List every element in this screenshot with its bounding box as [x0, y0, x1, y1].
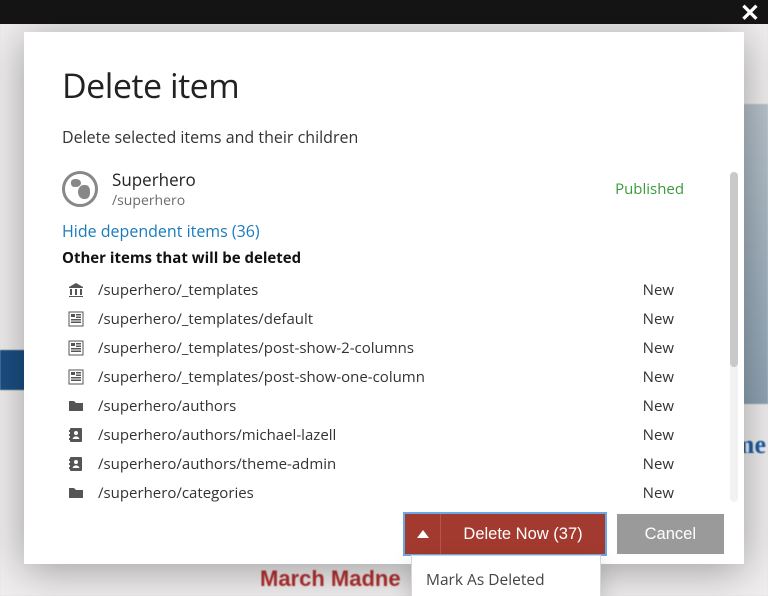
template-icon: [64, 369, 88, 385]
toggle-dependent-items[interactable]: Hide dependent items (36): [62, 220, 714, 242]
globe-icon: [62, 171, 98, 207]
primary-item-path: /superhero: [112, 191, 196, 210]
list-item: /superhero/authors/theme-adminNew: [62, 450, 674, 479]
cancel-button[interactable]: Cancel: [617, 514, 724, 554]
delete-split-button: Delete Now (37): [405, 514, 604, 554]
status-badge: Published: [615, 179, 684, 199]
primary-item-name: Superhero: [112, 168, 196, 191]
list-item: /superhero/_templates/post-show-2-column…: [62, 334, 674, 363]
list-item-path: /superhero/categories: [98, 483, 643, 503]
list-item-state: New: [643, 338, 674, 358]
section-label: Other items that will be deleted: [62, 248, 714, 268]
list-item-path: /superhero/_templates/post-show-2-column…: [98, 338, 643, 358]
list-item: /superhero/_templates/defaultNew: [62, 305, 674, 334]
mark-as-deleted-option[interactable]: Mark As Deleted: [412, 556, 600, 596]
bank-icon: [64, 282, 88, 298]
list-item: /superhero/categoriesNew: [62, 479, 674, 508]
list-item-path: /superhero/authors: [98, 396, 643, 416]
contact-icon: [64, 456, 88, 472]
list-item-path: /superhero/_templates: [98, 280, 643, 300]
list-item-state: New: [643, 280, 674, 300]
dependent-list: /superhero/_templatesNew/superhero/_temp…: [62, 276, 674, 508]
scrollbar-thumb[interactable]: [730, 172, 738, 367]
bg-text-bottom: March Madne: [260, 566, 401, 592]
list-item-state: New: [643, 367, 674, 387]
dialog-title: Delete item: [62, 62, 714, 108]
folder-icon: [64, 398, 88, 414]
list-item-path: /superhero/_templates/default: [98, 309, 643, 329]
list-item-state: New: [643, 396, 674, 416]
list-item-state: New: [643, 309, 674, 329]
top-bar: [0, 0, 768, 24]
list-item-path: /superhero/authors/theme-admin: [98, 454, 643, 474]
list-item-path: /superhero/authors/michael-lazell: [98, 425, 643, 445]
list-item-path: /superhero/_templates/post-show-one-colu…: [98, 367, 643, 387]
list-item-state: New: [643, 483, 674, 503]
delete-dropdown-toggle[interactable]: [405, 514, 441, 554]
list-item: /superhero/authorsNew: [62, 392, 674, 421]
dialog-subtitle: Delete selected items and their children: [62, 126, 714, 148]
list-item: /superhero/authors/michael-lazellNew: [62, 421, 674, 450]
delete-dropdown-menu: Mark As Deleted: [411, 555, 601, 596]
template-icon: [64, 311, 88, 327]
primary-item: Superhero /superhero Published: [62, 168, 714, 210]
list-item: /superhero/_templates/post-show-one-colu…: [62, 363, 674, 392]
list-item-state: New: [643, 425, 674, 445]
delete-now-button[interactable]: Delete Now (37): [441, 514, 604, 554]
dialog-footer: Delete Now (37) Cancel: [405, 514, 724, 554]
folder-icon: [64, 485, 88, 501]
list-item: /superhero/_templatesNew: [62, 276, 674, 305]
list-item-state: New: [643, 454, 674, 474]
close-icon[interactable]: ✕: [740, 1, 760, 25]
bg-left-stripe: [0, 350, 25, 390]
scrollbar[interactable]: [730, 172, 738, 502]
contact-icon: [64, 427, 88, 443]
delete-dialog: Delete item Delete selected items and th…: [24, 32, 744, 564]
template-icon: [64, 340, 88, 356]
caret-up-icon: [417, 530, 429, 538]
